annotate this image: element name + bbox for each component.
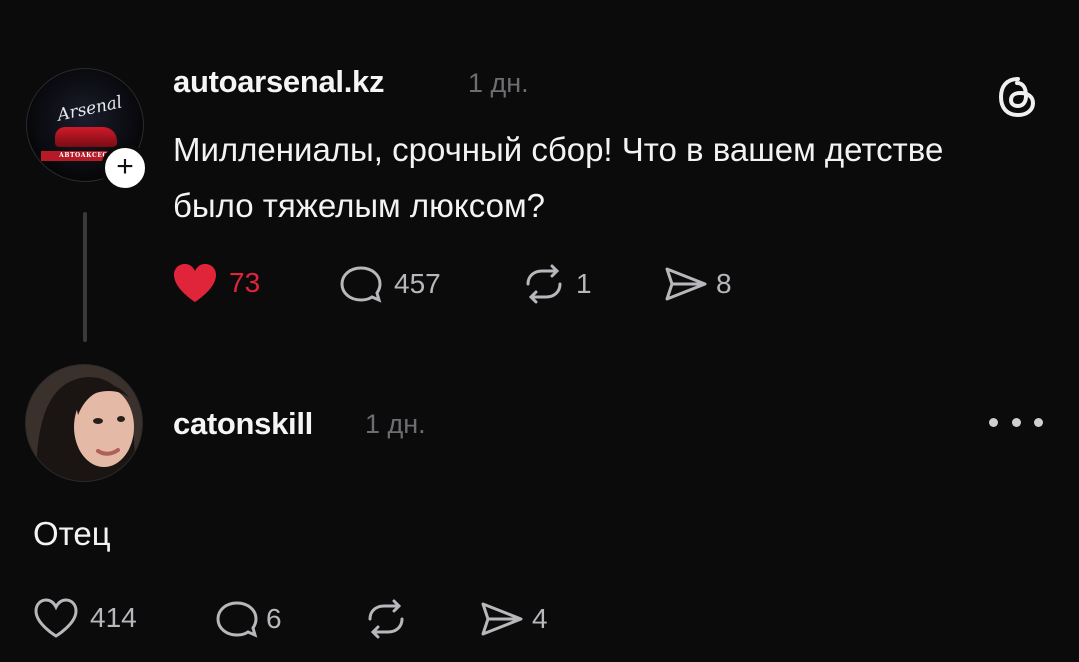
heart-filled-icon bbox=[174, 264, 216, 302]
send-icon bbox=[665, 267, 707, 301]
like-count: 73 bbox=[229, 267, 261, 298]
reply-share-count: 4 bbox=[532, 603, 548, 634]
heart-icon bbox=[34, 598, 78, 638]
share-button[interactable]: 8 bbox=[662, 264, 732, 304]
reply-username[interactable]: catonskill bbox=[173, 406, 313, 442]
comment-count: 457 bbox=[394, 268, 441, 299]
send-icon bbox=[481, 602, 523, 636]
more-icon[interactable] bbox=[989, 412, 1043, 432]
reply-time: 1 дн. bbox=[365, 409, 426, 439]
post-username[interactable]: autoarsenal.kz bbox=[173, 64, 384, 100]
comment-icon bbox=[340, 266, 382, 303]
profile-photo bbox=[26, 365, 142, 481]
reply-share-button[interactable]: 4 bbox=[478, 599, 548, 639]
dot-icon bbox=[1011, 417, 1021, 427]
reply-text: Отец bbox=[33, 515, 111, 552]
reply-comment-button[interactable]: 6 bbox=[214, 599, 282, 639]
threads-feed: Arsenal АВТОАКСЕСС + autoarsenal.kz 1 дн… bbox=[0, 0, 1079, 662]
car-image bbox=[55, 127, 117, 147]
repost-icon bbox=[368, 599, 404, 639]
like-button[interactable]: 73 bbox=[171, 262, 260, 304]
reply-like-count: 414 bbox=[90, 602, 137, 633]
avatar-catonskill[interactable] bbox=[25, 364, 143, 482]
repost-count: 1 bbox=[576, 268, 592, 299]
threads-icon[interactable] bbox=[996, 75, 1040, 119]
comment-button[interactable]: 457 bbox=[338, 264, 441, 304]
repost-button[interactable]: 1 bbox=[520, 264, 592, 304]
post-text: Миллениалы, срочный сбор! Что в вашем де… bbox=[173, 131, 944, 224]
post-time: 1 дн. bbox=[468, 68, 529, 98]
thread-line bbox=[83, 212, 87, 342]
dot-icon bbox=[1034, 417, 1043, 427]
follow-plus-icon[interactable]: + bbox=[101, 144, 149, 192]
repost-icon bbox=[526, 264, 562, 304]
reply-like-button[interactable]: 414 bbox=[32, 597, 137, 639]
dot-icon bbox=[989, 417, 998, 427]
reply-comment-count: 6 bbox=[266, 603, 282, 634]
avatar-logo-text: Arsenal bbox=[55, 92, 125, 126]
reply-repost-button[interactable] bbox=[362, 599, 410, 639]
comment-icon bbox=[216, 601, 258, 638]
share-count: 8 bbox=[716, 268, 732, 299]
